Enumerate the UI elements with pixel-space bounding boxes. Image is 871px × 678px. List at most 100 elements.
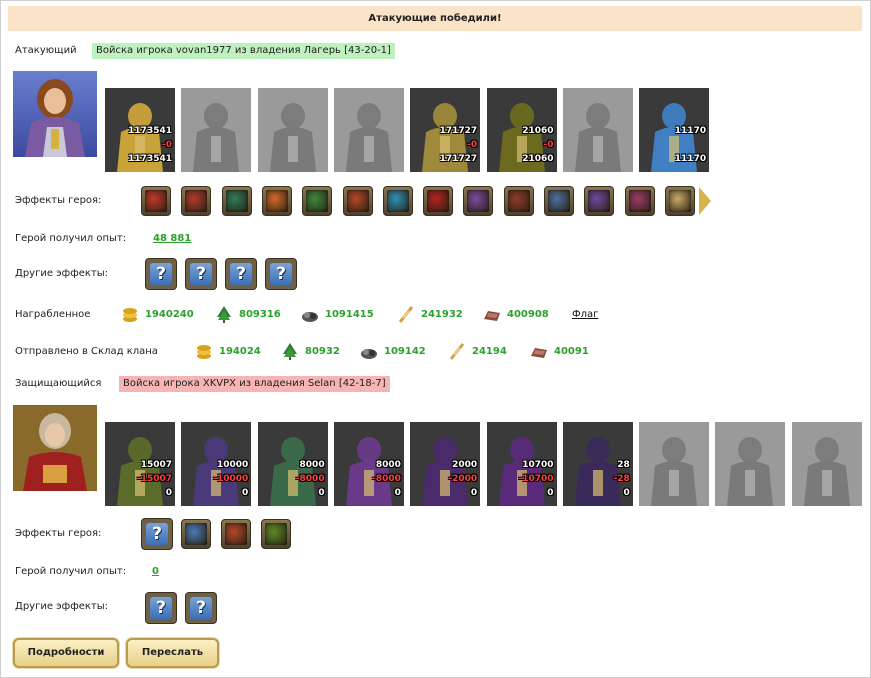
attacker-unit-7-slot[interactable] (562, 88, 633, 172)
attacker-unit-3-slot[interactable] (257, 88, 328, 172)
loot-grain-value: 241932 (421, 309, 463, 320)
defender-unit-1-slot[interactable]: 15007 -15007 0 (105, 422, 175, 506)
defender-unit-7-losses: -28 (613, 474, 630, 484)
defender-unit-1-losses: -15007 (136, 474, 172, 484)
defender-unit-8-slot[interactable] (639, 422, 710, 506)
wood-icon (215, 305, 233, 323)
forward-button[interactable]: Переслать (126, 638, 219, 668)
hide-icon (530, 342, 548, 360)
defender-question-mark-icon: ? (150, 597, 172, 619)
defender-unit-2-slot[interactable]: 10000 -10000 0 (181, 422, 252, 506)
attacker-hero-portrait[interactable] (13, 71, 97, 157)
attacker-effect-icon-2[interactable] (181, 186, 212, 216)
attacker-effect-icon-9[interactable] (463, 186, 494, 216)
attacker-unit-2-slot[interactable] (181, 88, 252, 172)
attacker-effect-glyph-icon (548, 190, 570, 212)
defender-question-mark-icon: ? (146, 523, 168, 545)
defender-unit-5-slot[interactable]: 2000 -2000 0 (410, 422, 481, 506)
attacker-other-effect-4[interactable]: ? (265, 258, 297, 290)
defender-unit-3-slot[interactable]: 8000 -8000 0 (257, 422, 328, 506)
attacker-effect-glyph-icon (225, 190, 248, 212)
attacker-effect-icon-6[interactable] (342, 186, 373, 216)
defender-unit-3-count: 8000 (299, 460, 325, 470)
defender-exp-label: Герой получил опыт: (15, 566, 127, 577)
clan-storage-label: Отправлено в Склад клана (15, 346, 158, 357)
ore-icon (301, 305, 319, 323)
attacker-question-mark-icon: ? (270, 263, 292, 285)
wood-icon (281, 342, 299, 360)
defender-unit-7-slot[interactable]: 28 -28 0 (562, 422, 633, 506)
attacker-effect-glyph-icon (507, 190, 530, 212)
attacker-unit-6-slot[interactable]: 21060 -0 21060 (486, 88, 557, 172)
attacker-effect-icon-10[interactable] (503, 186, 534, 216)
clan-gold-value: 194024 (219, 346, 261, 357)
attacker-effect-icon-12[interactable] (584, 186, 615, 216)
defender-unit-6-slot[interactable]: 10700 -10700 0 (486, 422, 557, 506)
attacker-effect-icon-8[interactable] (423, 186, 454, 216)
attacker-unit-1-remaining: 1173541 (128, 154, 172, 164)
ore-icon (360, 342, 378, 360)
attacker-unit-5-losses: -0 (467, 140, 478, 150)
attacker-unit-8-slot[interactable]: 11170 11170 (639, 88, 710, 172)
attacker-effect-icon-3[interactable] (221, 186, 252, 216)
defender-effect-glyph-icon (185, 523, 207, 545)
defender-exp-link[interactable]: 0 (152, 566, 159, 577)
attacker-exp-link[interactable]: 48 881 (153, 233, 191, 244)
details-button[interactable]: Подробности (13, 638, 119, 668)
defender-effects-label: Эффекты героя: (15, 528, 102, 539)
defender-army-tag: Войска игрока XKVPX из владения Selan [4… (119, 376, 390, 392)
flag-link[interactable]: Флаг (572, 309, 598, 320)
attacker-effects-label: Эффекты героя: (15, 195, 102, 206)
defender-effect-icon-3[interactable] (221, 519, 251, 549)
attacker-effect-icon-4[interactable] (261, 186, 292, 216)
defender-unknown-icon-1[interactable]: ? (141, 518, 173, 550)
attacker-effect-icon-7[interactable] (382, 186, 413, 216)
defender-other-effect-1[interactable]: ? (145, 592, 177, 624)
attacker-unit-1-slot[interactable]: 1173541 -0 1173541 (105, 88, 175, 172)
defender-unit-9-slot[interactable] (715, 422, 786, 506)
gold-icon (121, 305, 139, 323)
defender-effect-glyph-icon (225, 523, 247, 545)
attacker-unit-4-slot[interactable] (333, 88, 404, 172)
defender-effect-glyph-icon (265, 523, 287, 545)
attacker-effect-icon-11[interactable] (544, 186, 574, 216)
attacker-effect-icon-14[interactable] (664, 186, 695, 216)
defender-unit-6-count: 10700 (522, 460, 554, 470)
defender-question-mark-icon: ? (190, 597, 212, 619)
defender-other-label: Другие эффекты: (15, 601, 109, 612)
defender-unit-10-slot[interactable] (791, 422, 862, 506)
attacker-effect-glyph-icon (386, 190, 409, 212)
attacker-effect-glyph-icon (185, 190, 208, 212)
attacker-army-tag: Войска игрока vovan1977 из владения Лаге… (92, 43, 395, 59)
attacker-other-effect-3[interactable]: ? (225, 258, 257, 290)
attacker-unit-1-count: 1173541 (128, 126, 172, 136)
attacker-unit-5-remaining: 171727 (439, 154, 478, 164)
attacker-unit-5-slot[interactable]: 171727 -0 171727 (410, 88, 481, 172)
defender-unit-6-remaining: 0 (547, 488, 554, 498)
loot-label: Награбленное (15, 309, 91, 320)
loot-wood-value: 809316 (239, 309, 281, 320)
defender-effect-icon-4[interactable] (261, 519, 291, 549)
attacker-effect-glyph-icon (265, 190, 288, 212)
attacker-unit-8-count: 11170 (674, 126, 707, 136)
attacker-effect-icon-13[interactable] (624, 186, 655, 216)
attacker-effect-glyph-icon (628, 190, 651, 212)
loot-hide-value: 400908 (507, 309, 549, 320)
attacker-other-effect-1[interactable]: ? (145, 258, 177, 290)
defender-hero-portrait[interactable] (13, 405, 97, 491)
attacker-effect-icon-1[interactable] (141, 186, 171, 216)
defender-unit-5-remaining: 0 (470, 488, 478, 498)
attacker-effect-glyph-icon (668, 190, 691, 212)
attacker-effect-glyph-icon (346, 190, 369, 212)
clan-wood-value: 80932 (305, 346, 340, 357)
defender-unit-7-remaining: 0 (623, 488, 630, 498)
clan-grain-value: 24194 (472, 346, 507, 357)
attacker-effect-icon-5[interactable] (302, 186, 333, 216)
defender-effect-icon-2[interactable] (181, 519, 211, 549)
defender-unit-4-losses: -8000 (372, 474, 401, 484)
defender-other-effect-2[interactable]: ? (185, 592, 217, 624)
defender-unit-4-slot[interactable]: 8000 -8000 0 (333, 422, 404, 506)
attacker-label: Атакующий (15, 45, 77, 56)
attacker-other-effect-2[interactable]: ? (185, 258, 217, 290)
scroll-right-arrow-icon[interactable] (699, 187, 711, 215)
